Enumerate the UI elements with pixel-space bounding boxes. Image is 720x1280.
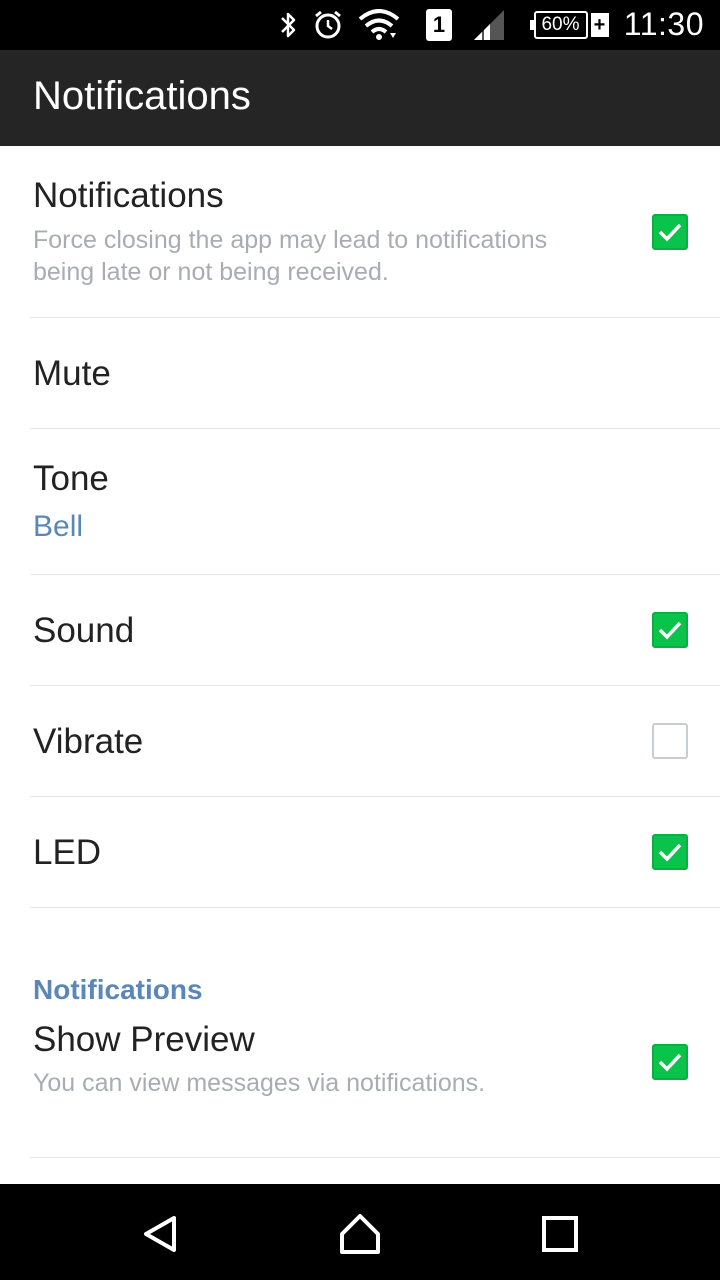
- clock: 11:30: [623, 6, 704, 42]
- setting-led[interactable]: LED: [30, 797, 720, 908]
- setting-summary: Force closing the app may lead to notifi…: [33, 226, 548, 286]
- setting-label: Sound: [33, 611, 135, 650]
- sound-checkbox[interactable]: [652, 612, 688, 648]
- setting-summary: You can view messages via notifications.: [33, 1069, 486, 1097]
- navigation-bar: [0, 1184, 720, 1280]
- setting-label: Notifications: [33, 176, 224, 215]
- signal-icon: [472, 9, 506, 41]
- back-icon[interactable]: [138, 1212, 182, 1256]
- wifi-icon: [358, 9, 400, 41]
- setting-label: LED: [33, 833, 102, 872]
- setting-label: Mute: [33, 354, 111, 393]
- section-header-row: Notifications: [0, 908, 720, 1016]
- checkmark-icon: [658, 843, 682, 862]
- setting-show-preview[interactable]: Show Preview You can view messages via n…: [30, 1016, 720, 1158]
- settings-list: Notifications Force closing the app may …: [0, 146, 720, 1158]
- sim-icon: 1: [426, 9, 452, 41]
- home-icon[interactable]: [338, 1212, 382, 1256]
- battery-percent: 60%: [541, 14, 580, 35]
- setting-vibrate[interactable]: Vibrate: [30, 686, 720, 797]
- recents-icon[interactable]: [538, 1212, 582, 1256]
- charging-icon: +: [590, 13, 609, 37]
- bluetooth-icon: [276, 9, 300, 41]
- battery-icon: 60% +: [529, 9, 610, 41]
- checkmark-icon: [658, 621, 682, 640]
- sim-label: 1: [426, 9, 452, 41]
- led-checkbox[interactable]: [652, 834, 688, 870]
- setting-value: Bell: [33, 510, 84, 543]
- checkmark-icon: [658, 223, 682, 242]
- section-header: Notifications: [33, 974, 203, 1005]
- setting-label: Tone: [33, 459, 109, 498]
- notifications-checkbox[interactable]: [652, 214, 688, 250]
- show-preview-checkbox[interactable]: [652, 1044, 688, 1080]
- page-title: Notifications: [33, 74, 251, 118]
- status-bar: 1 60% + 11:30: [0, 0, 720, 50]
- setting-notifications[interactable]: Notifications Force closing the app may …: [30, 146, 720, 318]
- setting-label: Vibrate: [33, 722, 144, 761]
- vibrate-checkbox[interactable]: [652, 723, 688, 759]
- alarm-icon: [312, 9, 344, 41]
- checkmark-icon: [658, 1053, 682, 1072]
- app-bar: Notifications: [0, 50, 720, 146]
- setting-sound[interactable]: Sound: [30, 575, 720, 686]
- setting-tone[interactable]: Tone Bell: [30, 429, 720, 575]
- setting-mute[interactable]: Mute: [30, 318, 720, 429]
- setting-label: Show Preview: [33, 1020, 255, 1059]
